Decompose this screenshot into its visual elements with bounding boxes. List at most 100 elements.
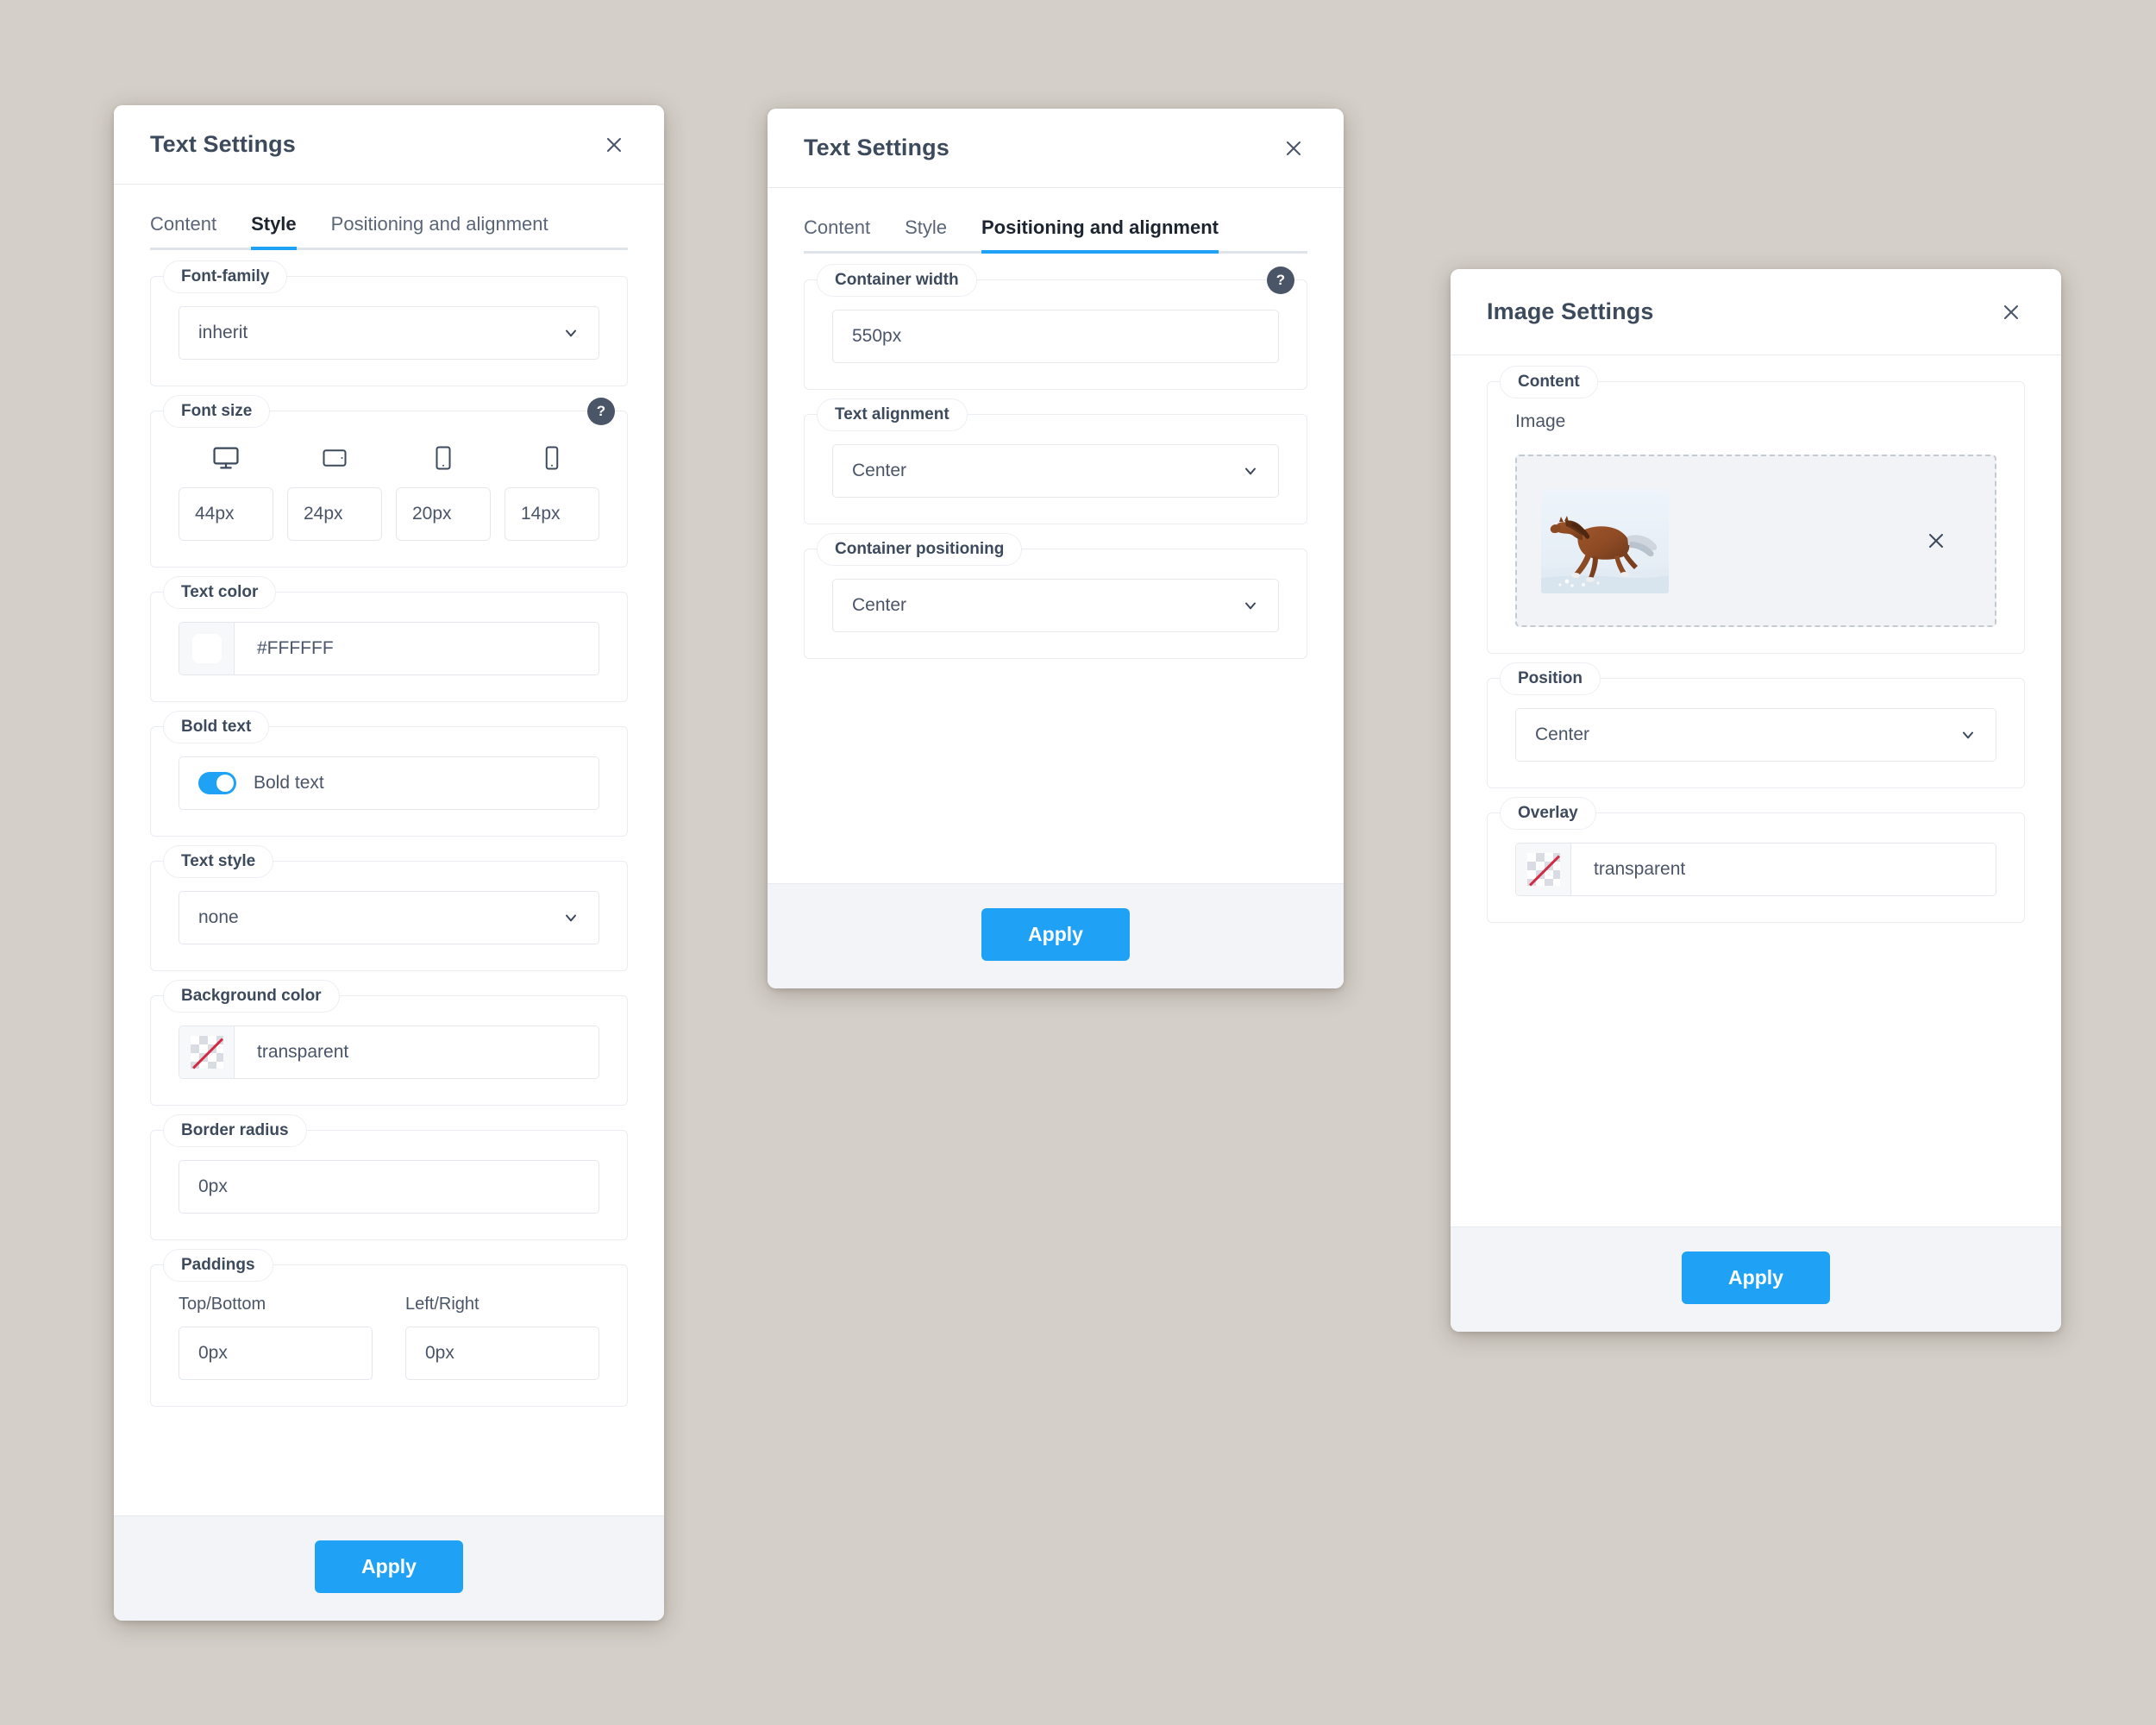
font-size-tablet-landscape-input[interactable]: 24px [287,487,382,541]
background-color-field[interactable]: transparent [179,1026,599,1079]
group-legend: Text style [163,845,274,878]
help-icon[interactable]: ? [1267,267,1294,294]
font-size-group: Font size ? 44px 24px 20px 14px [150,395,628,568]
text-settings-positioning-panel: Text Settings Content Style Positioning … [768,109,1344,988]
transparent-swatch-icon [190,1036,223,1069]
background-color-group: Background color transparent [150,980,628,1106]
text-color-field[interactable]: #FFFFFF [179,622,599,675]
padding-top-bottom-label: Top/Bottom [179,1295,266,1314]
text-alignment-group: Text alignment Center [804,398,1307,524]
group-legend: Paddings [163,1249,273,1282]
padding-left-right-input[interactable]: 0px [405,1327,599,1380]
bold-text-toggle-row[interactable]: Bold text [179,756,599,810]
group-legend: Font-family [163,260,288,293]
background-color-value: transparent [257,1042,349,1062]
panel-footer: Apply [114,1515,664,1621]
text-color-group: Text color #FFFFFF [150,576,628,702]
container-width-input[interactable]: 550px [832,310,1279,363]
white-swatch [191,634,222,663]
mobile-icon [505,441,599,475]
container-width-group: Container width ? 550px [804,264,1307,390]
paddings-group: Paddings Top/Bottom 0px Left/Right 0px [150,1249,628,1407]
chevron-down-icon [562,909,580,926]
font-family-group: Font-family inherit [150,260,628,386]
color-swatch-button[interactable] [179,1026,235,1078]
page-title: Text Settings [150,131,296,157]
tab-content[interactable]: Content [150,213,216,250]
color-swatch-button[interactable] [179,623,235,674]
border-radius-input[interactable]: 0px [179,1160,599,1214]
group-legend: Overlay [1500,797,1596,830]
container-positioning-group: Container positioning Center [804,533,1307,659]
help-icon[interactable]: ? [587,398,615,425]
image-dropzone[interactable] [1515,455,1996,627]
panel-body: Container width ? 550px Text alignment C… [768,254,1344,883]
group-legend: Content [1500,366,1598,398]
image-thumbnail[interactable] [1541,488,1669,593]
overlay-color-value: transparent [1594,859,1686,879]
panel-header: Text Settings [768,109,1344,188]
tablet-landscape-icon [287,441,382,475]
apply-button[interactable]: Apply [315,1540,463,1593]
font-size-value-row: 44px 24px 20px 14px [179,487,599,541]
panel-body: Font-family inherit Font size ? 44px 24p… [114,250,664,1515]
image-content-group: Content Image [1487,366,2025,654]
padding-top-bottom-col: Top/Bottom 0px [179,1295,373,1380]
text-alignment-select[interactable]: Center [832,444,1279,498]
chevron-down-icon [1242,462,1259,480]
group-legend: Position [1500,662,1601,695]
chevron-down-icon [562,324,580,342]
tab-positioning-and-alignment[interactable]: Positioning and alignment [981,216,1219,254]
tab-style[interactable]: Style [251,213,297,250]
group-legend: Container positioning [817,533,1023,566]
image-position-value: Center [1535,724,1590,744]
font-size-mobile-input[interactable]: 14px [505,487,599,541]
font-size-desktop-input[interactable]: 44px [179,487,273,541]
chevron-down-icon [1959,726,1977,743]
bold-text-label: Bold text [254,773,324,793]
device-icon-row [179,441,599,475]
font-family-value: inherit [198,323,248,342]
bold-text-toggle[interactable] [198,772,236,794]
close-icon[interactable] [1994,295,2028,329]
font-family-select[interactable]: inherit [179,306,599,360]
tab-style[interactable]: Style [905,216,947,254]
group-legend: Container width [817,264,977,297]
bold-text-group: Bold text Bold text [150,711,628,837]
border-radius-group: Border radius 0px [150,1114,628,1240]
text-style-value: none [198,907,239,927]
padding-left-right-label: Left/Right [405,1295,479,1314]
close-icon[interactable] [1276,131,1311,166]
close-icon[interactable] [597,128,631,162]
tab-content[interactable]: Content [804,216,870,254]
image-settings-panel: Image Settings Content Image Position Ce… [1451,269,2061,1332]
group-legend: Text color [163,576,277,609]
overlay-color-field[interactable]: transparent [1515,843,1996,896]
tab-positioning-and-alignment[interactable]: Positioning and alignment [331,213,548,250]
font-size-tablet-portrait-input[interactable]: 20px [396,487,491,541]
padding-left-right-col: Left/Right 0px [405,1295,599,1380]
horse-in-snow-image [1541,488,1669,593]
panel-footer: Apply [1451,1226,2061,1332]
panel-header: Text Settings [114,105,664,185]
apply-button[interactable]: Apply [981,908,1130,961]
container-positioning-select[interactable]: Center [832,579,1279,632]
desktop-icon [179,441,273,475]
apply-button[interactable]: Apply [1682,1251,1830,1304]
page-title: Image Settings [1487,298,1654,324]
group-legend: Font size [163,395,271,428]
remove-image-icon[interactable] [1926,530,1946,551]
tab-list: Content Style Positioning and alignment [768,188,1344,254]
tablet-portrait-icon [396,441,491,475]
tab-list: Content Style Positioning and alignment [114,185,664,250]
padding-top-bottom-input[interactable]: 0px [179,1327,373,1380]
text-style-select[interactable]: none [179,891,599,944]
screen: Text Settings Content Style Positioning … [0,0,2156,1725]
group-legend: Border radius [163,1114,307,1147]
text-settings-style-panel: Text Settings Content Style Positioning … [114,105,664,1621]
text-color-value: #FFFFFF [257,638,334,658]
color-swatch-button[interactable] [1516,844,1571,895]
panel-footer: Apply [768,883,1344,988]
image-position-select[interactable]: Center [1515,708,1996,762]
panel-header: Image Settings [1451,269,2061,355]
